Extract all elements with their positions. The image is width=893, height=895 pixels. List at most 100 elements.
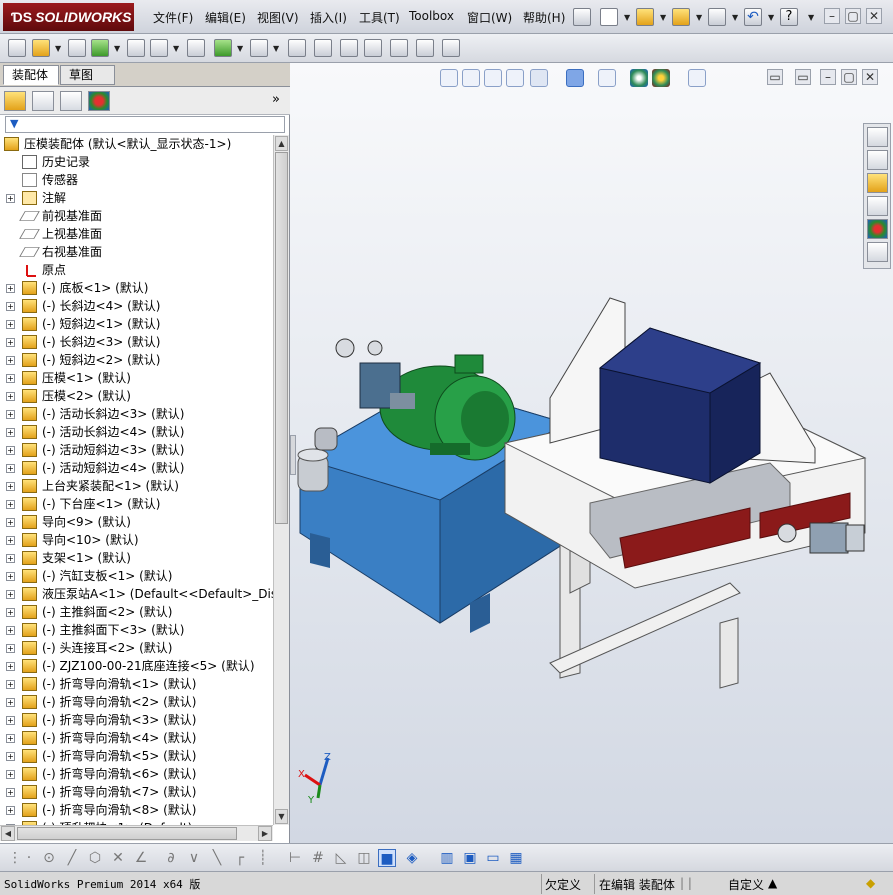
center-point-icon[interactable]: ⊙ <box>40 849 58 867</box>
expand-icon[interactable]: + <box>6 338 15 347</box>
print-icon[interactable] <box>708 8 726 26</box>
scroll-right-icon[interactable]: ▶ <box>258 826 272 841</box>
expand-icon[interactable]: + <box>6 806 15 815</box>
chevron-down-icon[interactable]: ▼ <box>660 13 666 22</box>
3d-box-icon[interactable]: ◫ <box>355 849 373 867</box>
point-icon[interactable]: · <box>20 849 38 867</box>
tree-item[interactable]: + 导向<10> (默认) <box>0 531 273 549</box>
view-cube-icon[interactable]: ◈ <box>403 849 421 867</box>
shaded-box-icon[interactable]: ■ <box>378 849 396 867</box>
feature-manager-icon[interactable] <box>4 91 26 111</box>
expand-icon[interactable]: + <box>6 698 15 707</box>
tree-item[interactable]: + (-) 主推斜面下<3> (默认) <box>0 621 273 639</box>
tree-item[interactable]: + (-) 折弯导向滑轨<4> (默认) <box>0 729 273 747</box>
tree-vertical-scrollbar[interactable]: ▲ ▼ <box>273 135 289 825</box>
chevron-down-icon[interactable]: ▼ <box>768 13 774 22</box>
move-component-icon[interactable] <box>150 39 168 57</box>
expand-icon[interactable]: + <box>6 716 15 725</box>
menu-toolbox[interactable]: Toolbox <box>409 9 454 23</box>
interference-detection-icon[interactable] <box>390 39 408 57</box>
tree-item[interactable]: 前视基准面 <box>0 207 273 225</box>
expand-icon[interactable]: + <box>6 194 15 203</box>
expand-icon[interactable]: + <box>6 788 15 797</box>
warning-icon[interactable] <box>672 8 690 26</box>
chevron-down-icon[interactable]: ▼ <box>173 44 179 53</box>
dashed-corner-icon[interactable]: ┊ <box>254 849 272 867</box>
line-icon[interactable]: ╱ <box>63 849 81 867</box>
tree-item[interactable]: + (-) 折弯导向滑轨<5> (默认) <box>0 747 273 765</box>
chevron-down-icon[interactable]: ▼ <box>696 13 702 22</box>
split-icon[interactable]: ∂ <box>162 849 180 867</box>
reference-geometry-icon[interactable] <box>250 39 268 57</box>
bill-of-materials-icon[interactable] <box>314 39 332 57</box>
tree-item[interactable]: + 导向<9> (默认) <box>0 513 273 531</box>
tree-item[interactable]: + 液压泵站A<1> (Default<<Default>_Display <box>0 585 273 603</box>
grid-icon[interactable]: # <box>309 849 327 867</box>
expand-icon[interactable]: + <box>6 662 15 671</box>
hole-alignment-icon[interactable] <box>442 39 460 57</box>
more-tabs-icon[interactable]: » <box>272 92 280 107</box>
menu-window[interactable]: 窗口(W) <box>467 9 512 26</box>
tab-sketch[interactable]: 草图 <box>60 65 115 85</box>
angle-icon[interactable]: ∠ <box>132 849 150 867</box>
display-manager-icon[interactable] <box>88 91 110 111</box>
restore-icon[interactable]: ▢ <box>845 8 861 24</box>
expand-icon[interactable]: + <box>6 608 15 617</box>
tree-item[interactable]: + (-) 折弯导向滑轨<8> (默认) <box>0 801 273 819</box>
expand-icon[interactable]: + <box>6 320 15 329</box>
slash-icon[interactable]: ╲ <box>208 849 226 867</box>
expand-icon[interactable]: + <box>6 302 15 311</box>
units-chevron-icon[interactable]: ▲ <box>768 876 777 890</box>
tree-item[interactable]: + (-) 汽缸支板<1> (默认) <box>0 567 273 585</box>
tree-filter[interactable]: ▼ <box>5 116 285 133</box>
expand-icon[interactable]: + <box>6 446 15 455</box>
close-icon[interactable]: ✕ <box>866 8 882 24</box>
expand-icon[interactable]: + <box>6 770 15 779</box>
expand-icon[interactable]: + <box>6 518 15 527</box>
chevron-down-icon[interactable]: ▼ <box>732 13 738 22</box>
tree-item[interactable]: + (-) 长斜边<4> (默认) <box>0 297 273 315</box>
solidworks-logo[interactable]: ƊS SOLIDWORKS <box>3 3 134 31</box>
tree-item[interactable]: + 注解 <box>0 189 273 207</box>
status-units[interactable]: 自定义 <box>728 876 764 893</box>
tree-item[interactable]: 压模装配体 (默认<默认_显示状态-1>) <box>0 135 273 153</box>
expand-icon[interactable]: + <box>6 590 15 599</box>
expand-icon[interactable]: + <box>6 428 15 437</box>
chevron-down-icon[interactable]: ▼ <box>273 44 279 53</box>
tree-item[interactable]: + (-) 折弯导向滑轨<7> (默认) <box>0 783 273 801</box>
expand-icon[interactable]: + <box>6 356 15 365</box>
menu-edit[interactable]: 编辑(E) <box>205 9 246 26</box>
scroll-down-icon[interactable]: ▼ <box>275 809 288 824</box>
assembly-features-icon[interactable] <box>214 39 232 57</box>
window-icon[interactable]: ▭ <box>484 849 502 867</box>
panel-icon[interactable]: ▣ <box>461 849 479 867</box>
expand-icon[interactable]: + <box>6 680 15 689</box>
linear-pattern-icon[interactable] <box>91 39 109 57</box>
expand-icon[interactable]: + <box>6 752 15 761</box>
help-icon[interactable]: ? <box>780 8 798 26</box>
table-icon[interactable]: ▦ <box>507 849 525 867</box>
tree-item[interactable]: 传感器 <box>0 171 273 189</box>
explode-line-sketch-icon[interactable] <box>364 39 382 57</box>
paperclip-icon[interactable] <box>68 39 86 57</box>
tree-item[interactable]: + (-) 活动短斜边<4> (默认) <box>0 459 273 477</box>
open-folder-icon[interactable] <box>636 8 654 26</box>
tree-item[interactable]: 右视基准面 <box>0 243 273 261</box>
tree-item[interactable]: + (-) 折弯导向滑轨<2> (默认) <box>0 693 273 711</box>
tree-item[interactable]: + 支架<1> (默认) <box>0 549 273 567</box>
menu-insert[interactable]: 插入(I) <box>310 9 347 26</box>
tree-item[interactable]: + (-) 下台座<1> (默认) <box>0 495 273 513</box>
expand-icon[interactable]: + <box>6 644 15 653</box>
expand-icon[interactable]: + <box>6 536 15 545</box>
tree-item[interactable]: + (-) 长斜边<3> (默认) <box>0 333 273 351</box>
chevron-down-icon[interactable]: ▼ <box>237 44 243 53</box>
tree-item[interactable]: + (-) 折弯导向滑轨<6> (默认) <box>0 765 273 783</box>
expand-icon[interactable]: + <box>6 284 15 293</box>
tree-item[interactable]: 上视基准面 <box>0 225 273 243</box>
scroll-thumb[interactable] <box>17 827 237 840</box>
tab-assembly[interactable]: 装配体 <box>3 65 59 85</box>
scroll-left-icon[interactable]: ◀ <box>1 826 15 841</box>
expand-icon[interactable]: + <box>6 464 15 473</box>
expand-icon[interactable]: + <box>6 554 15 563</box>
expand-icon[interactable]: + <box>6 392 15 401</box>
